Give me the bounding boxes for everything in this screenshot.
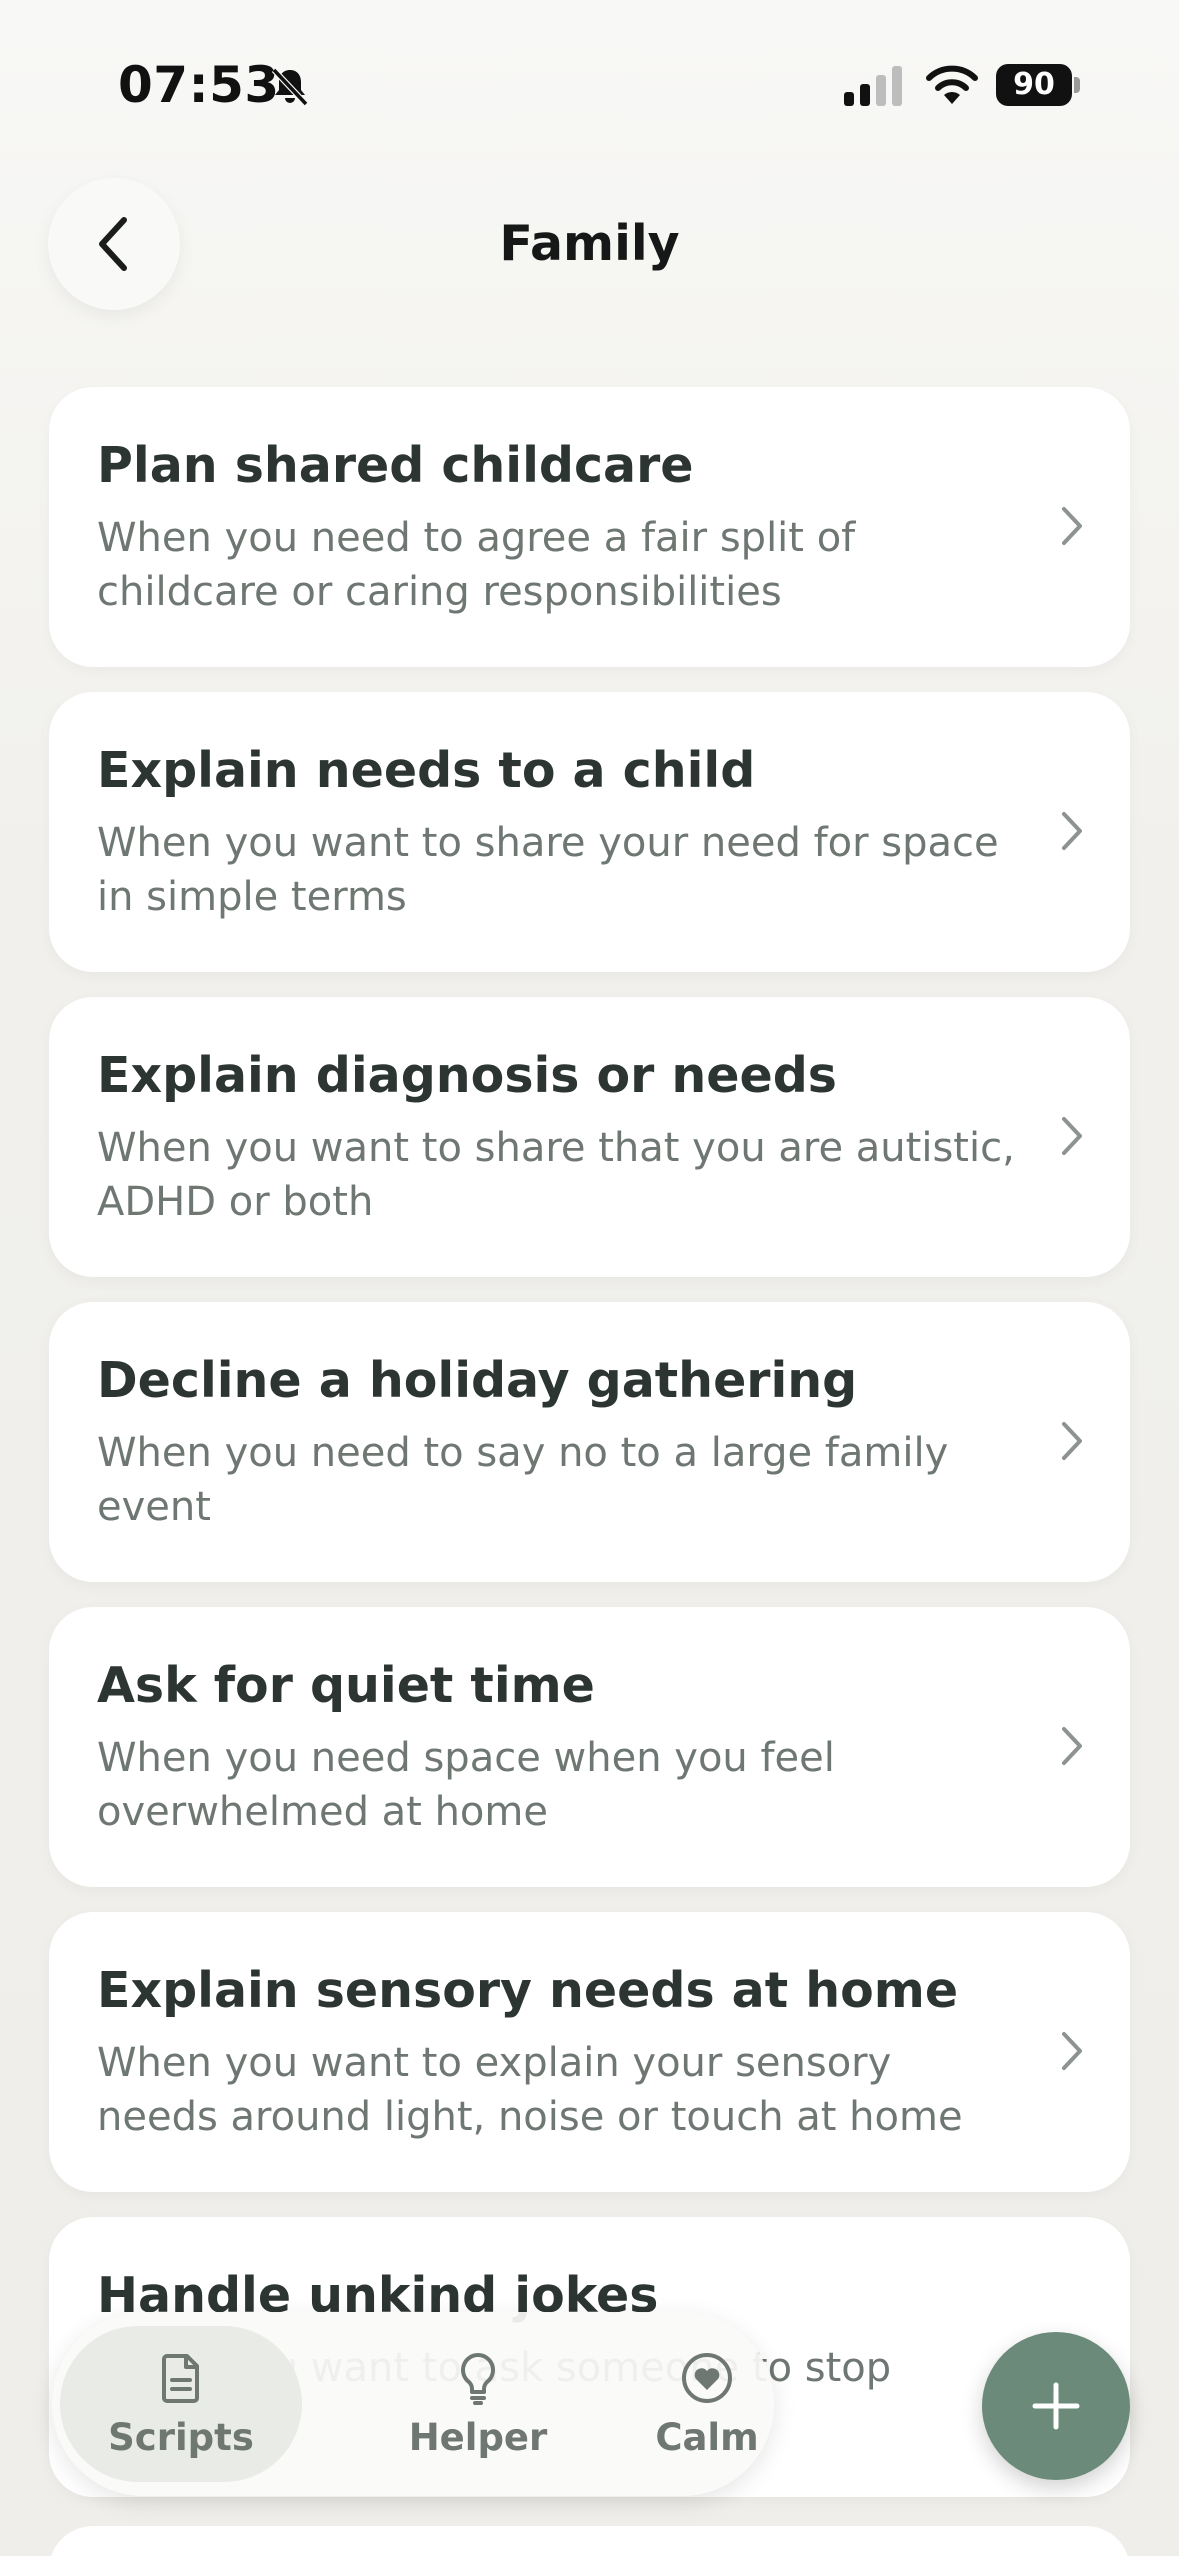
bottom-nav: Scripts Helper Calm — [52, 2312, 774, 2496]
script-card-description: When you want to explain your sensory ne… — [97, 2040, 963, 2140]
heart-circle-icon — [682, 2352, 732, 2403]
status-time: 07:53 — [118, 56, 280, 114]
nav-label-scripts: Scripts — [108, 2415, 254, 2459]
script-card-decline-holiday-gathering[interactable]: Decline a holiday gathering When you nee… — [49, 1302, 1130, 1582]
chevron-right-icon — [1062, 1117, 1082, 1155]
script-card-explain-needs-to-child[interactable]: Explain needs to a child When you want t… — [49, 692, 1130, 972]
document-icon — [162, 2353, 199, 2403]
battery-cap — [1074, 77, 1080, 93]
script-list: Plan shared childcare When you need to a… — [49, 387, 1130, 2522]
script-card-explain-diagnosis[interactable]: Explain diagnosis or needs When you want… — [49, 997, 1130, 1277]
battery-indicator: 90 — [996, 64, 1080, 106]
script-card-title: Explain sensory needs at home — [97, 1962, 959, 2019]
script-card-title: Explain diagnosis or needs — [97, 1047, 837, 1104]
page-title: Family — [499, 215, 680, 272]
script-card-description: When you need space when you feel overwh… — [97, 1735, 835, 1835]
script-card-description: When you want to share that you are auti… — [97, 1125, 1015, 1225]
lightbulb-icon — [461, 2352, 495, 2405]
status-bar: 07:53 90 — [0, 0, 1179, 170]
script-card-explain-sensory-needs[interactable]: Explain sensory needs at home When you w… — [49, 1912, 1130, 2192]
script-card-partial[interactable] — [49, 2526, 1130, 2556]
silent-bell-icon — [271, 67, 309, 107]
script-card-description: When you need to say no to a large famil… — [97, 1430, 949, 1530]
add-script-button[interactable] — [982, 2332, 1130, 2480]
screen: 07:53 90 Family Plan shared childcare Wh… — [0, 0, 1179, 2556]
cellular-signal-icon — [844, 66, 902, 106]
chevron-right-icon — [1062, 1422, 1082, 1460]
script-card-title: Ask for quiet time — [97, 1657, 595, 1714]
script-card-description: When you want to share your need for spa… — [97, 820, 999, 920]
nav-tab-calm[interactable]: Calm — [582, 2326, 832, 2482]
plus-icon — [1032, 2382, 1080, 2430]
wifi-icon — [926, 65, 978, 104]
chevron-right-icon — [1062, 2032, 1082, 2070]
nav-label-calm: Calm — [655, 2415, 759, 2459]
battery-level: 90 — [1013, 67, 1055, 102]
chevron-right-icon — [1062, 812, 1082, 850]
script-card-ask-for-quiet-time[interactable]: Ask for quiet time When you need space w… — [49, 1607, 1130, 1887]
chevron-right-icon — [1062, 507, 1082, 545]
script-card-description: When you need to agree a fair split of c… — [97, 515, 856, 615]
script-card-plan-shared-childcare[interactable]: Plan shared childcare When you need to a… — [49, 387, 1130, 667]
nav-tab-scripts[interactable]: Scripts — [60, 2326, 302, 2482]
script-card-title: Decline a holiday gathering — [97, 1352, 858, 1409]
nav-label-helper: Helper — [408, 2415, 548, 2459]
script-card-title: Plan shared childcare — [97, 437, 694, 494]
chevron-right-icon — [1062, 1727, 1082, 1765]
script-card-title: Explain needs to a child — [97, 742, 756, 799]
nav-tab-helper[interactable]: Helper — [360, 2326, 596, 2482]
